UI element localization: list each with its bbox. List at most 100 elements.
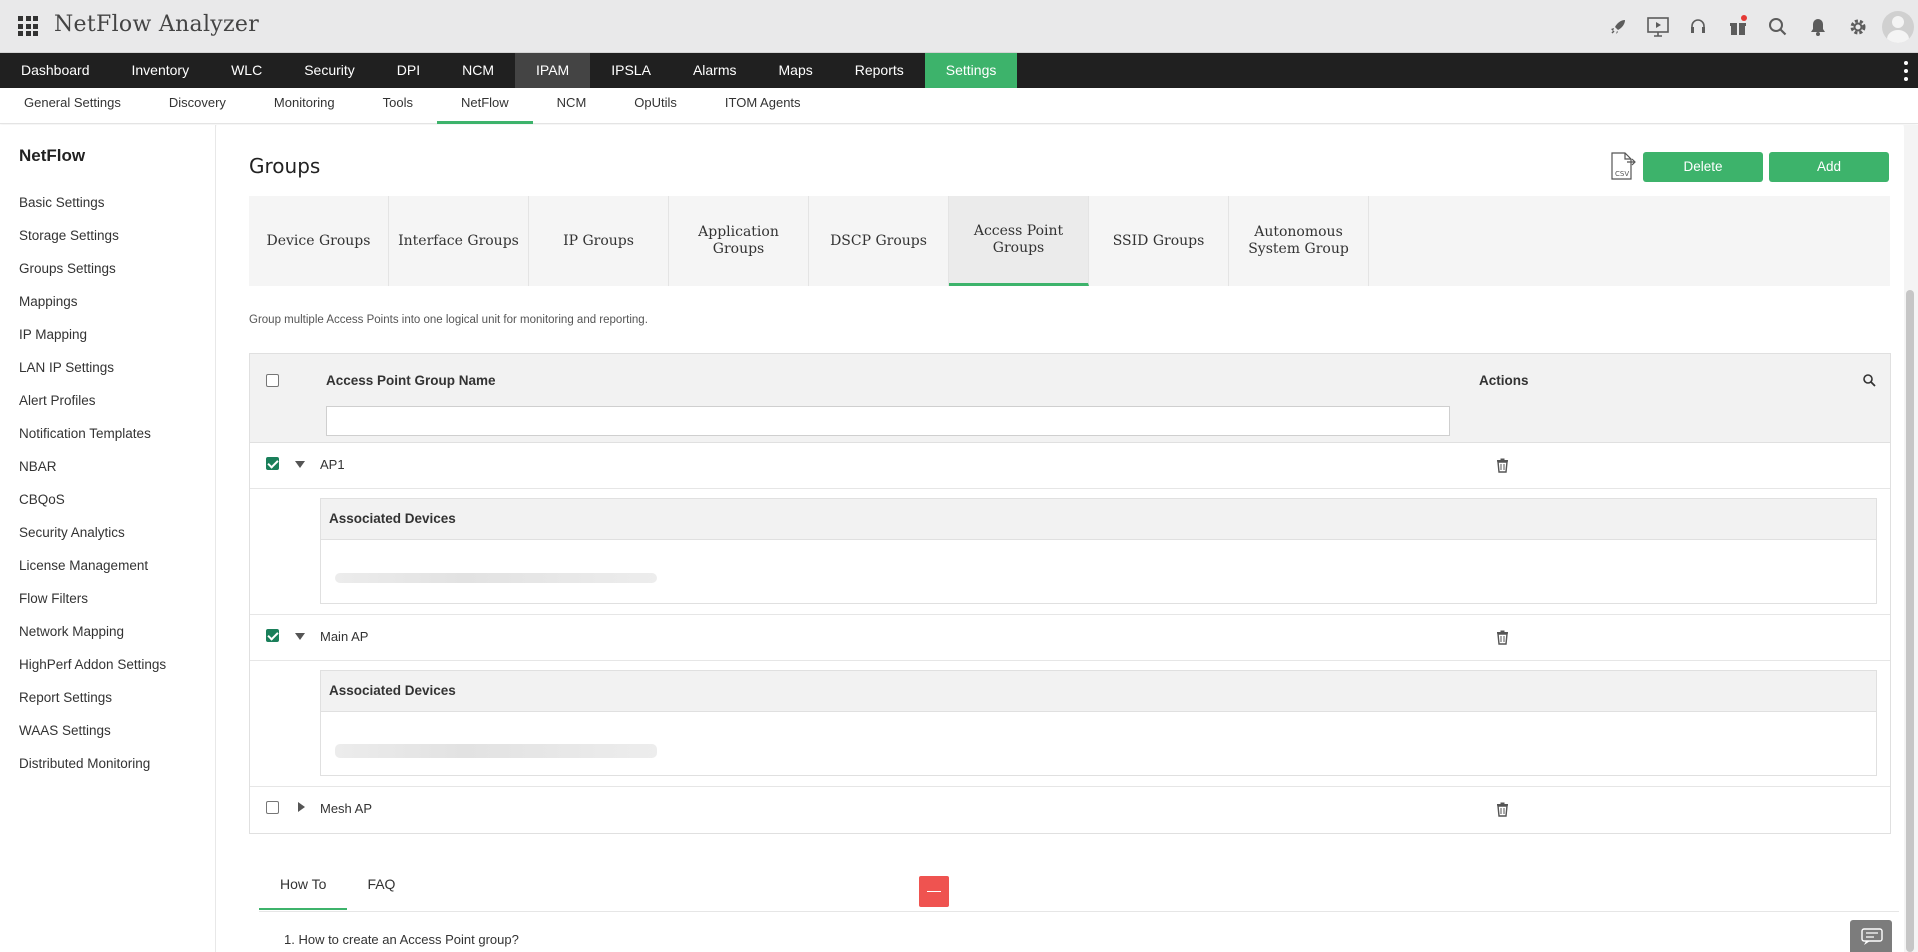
nav-inventory[interactable]: Inventory <box>111 53 211 88</box>
tab-ip-groups[interactable]: IP Groups <box>529 196 669 286</box>
gift-icon[interactable] <box>1718 0 1758 53</box>
sidebar-item-license-management[interactable]: License Management <box>19 557 166 590</box>
sidebar: NetFlow Basic Settings Storage Settings … <box>0 125 216 952</box>
subnav-itom-agents[interactable]: ITOM Agents <box>701 88 825 124</box>
sidebar-item-flow-filters[interactable]: Flow Filters <box>19 590 166 623</box>
subnav-tools[interactable]: Tools <box>359 88 437 124</box>
nav-reports[interactable]: Reports <box>834 53 925 88</box>
row-detail-panel: Associated Devices <box>250 489 1890 615</box>
sub-nav: General Settings Discovery Monitoring To… <box>0 88 1918 124</box>
row-detail-panel: Associated Devices <box>250 661 1890 787</box>
nav-ncm[interactable]: NCM <box>441 53 515 88</box>
nav-security[interactable]: Security <box>283 53 376 88</box>
delete-button[interactable]: Delete <box>1643 152 1763 182</box>
row-name: Main AP <box>320 629 369 644</box>
row-checkbox[interactable] <box>266 629 279 642</box>
delete-row-icon[interactable] <box>1496 802 1509 817</box>
subnav-oputils[interactable]: OpUtils <box>610 88 701 124</box>
nav-alarms[interactable]: Alarms <box>672 53 758 88</box>
sidebar-item-highperf-addon-settings[interactable]: HighPerf Addon Settings <box>19 656 166 689</box>
subnav-ncm[interactable]: NCM <box>533 88 611 124</box>
sidebar-item-waas-settings[interactable]: WAAS Settings <box>19 722 166 755</box>
sidebar-item-storage-settings[interactable]: Storage Settings <box>19 227 166 260</box>
search-icon[interactable] <box>1758 0 1798 53</box>
nav-dpi[interactable]: DPI <box>376 53 441 88</box>
scrollbar-thumb[interactable] <box>1906 290 1914 952</box>
tab-dscp-groups[interactable]: DSCP Groups <box>809 196 949 286</box>
nav-settings[interactable]: Settings <box>924 53 1018 88</box>
sidebar-item-groups-settings[interactable]: Groups Settings <box>19 260 166 293</box>
sidebar-list: Basic Settings Storage Settings Groups S… <box>19 194 166 788</box>
main-content: Groups CSV Delete Add Device Groups Inte… <box>217 125 1903 952</box>
page-description: Group multiple Access Points into one lo… <box>249 314 648 326</box>
sidebar-item-lan-ip-settings[interactable]: LAN IP Settings <box>19 359 166 392</box>
expand-arrow-icon[interactable] <box>298 802 305 812</box>
user-avatar[interactable] <box>1882 10 1914 43</box>
column-header-actions: Actions <box>1479 373 1529 388</box>
tab-device-groups[interactable]: Device Groups <box>249 196 389 286</box>
redacted-device-list <box>335 573 657 583</box>
nav-ipam[interactable]: IPAM <box>515 53 591 88</box>
tab-application-groups[interactable]: Application Groups <box>669 196 809 286</box>
subnav-monitoring[interactable]: Monitoring <box>250 88 359 124</box>
select-all-checkbox[interactable] <box>266 374 279 387</box>
sidebar-item-report-settings[interactable]: Report Settings <box>19 689 166 722</box>
group-type-tabs: Device Groups Interface Groups IP Groups… <box>249 196 1890 286</box>
tab-ssid-groups[interactable]: SSID Groups <box>1089 196 1229 286</box>
sidebar-item-alert-profiles[interactable]: Alert Profiles <box>19 392 166 425</box>
more-menu-icon[interactable] <box>1904 61 1910 81</box>
name-filter-input[interactable] <box>326 406 1450 436</box>
add-button[interactable]: Add <box>1769 152 1889 182</box>
row-name: AP1 <box>320 457 345 472</box>
delete-row-icon[interactable] <box>1496 458 1509 473</box>
table-search-icon[interactable] <box>1862 373 1876 387</box>
tab-interface-groups[interactable]: Interface Groups <box>389 196 529 286</box>
collapse-arrow-icon[interactable] <box>295 633 305 640</box>
row-checkbox[interactable] <box>266 457 279 470</box>
nav-maps[interactable]: Maps <box>758 53 834 88</box>
tab-how-to[interactable]: How To <box>259 873 348 910</box>
apps-grid-icon[interactable] <box>18 16 38 36</box>
sidebar-item-notification-templates[interactable]: Notification Templates <box>19 425 166 458</box>
table-header: Access Point Group Name Actions <box>250 354 1890 443</box>
sidebar-item-basic-settings[interactable]: Basic Settings <box>19 194 166 227</box>
page-title: Groups <box>249 154 321 178</box>
tab-autonomous-system-group[interactable]: Autonomous System Group <box>1229 196 1369 286</box>
collapse-help-button[interactable] <box>919 876 949 907</box>
delete-row-icon[interactable] <box>1496 630 1509 645</box>
top-icons <box>1598 0 1918 53</box>
table-row: AP1 <box>250 443 1890 489</box>
redacted-device-list <box>335 744 657 758</box>
tab-faq[interactable]: FAQ <box>347 873 415 910</box>
subnav-netflow[interactable]: NetFlow <box>436 88 533 124</box>
subnav-discovery[interactable]: Discovery <box>145 88 250 124</box>
sidebar-item-nbar[interactable]: NBAR <box>19 458 166 491</box>
sidebar-item-security-analytics[interactable]: Security Analytics <box>19 524 166 557</box>
tab-access-point-groups[interactable]: Access Point Groups <box>949 196 1089 286</box>
notification-dot <box>1741 15 1747 21</box>
subnav-general-settings[interactable]: General Settings <box>0 88 145 124</box>
nav-ipsla[interactable]: IPSLA <box>590 53 672 88</box>
rocket-icon[interactable] <box>1598 0 1638 53</box>
table-row: Main AP <box>250 615 1890 661</box>
row-checkbox[interactable] <box>266 801 279 814</box>
bell-icon[interactable] <box>1798 0 1838 53</box>
sidebar-item-mappings[interactable]: Mappings <box>19 293 166 326</box>
column-header-name: Access Point Group Name <box>326 373 496 388</box>
nav-dashboard[interactable]: Dashboard <box>0 53 111 88</box>
associated-devices-header: Associated Devices <box>321 499 1876 540</box>
app-title: NetFlow Analyzer <box>54 12 260 37</box>
presentation-icon[interactable] <box>1638 0 1678 53</box>
help-question: 1. How to create an Access Point group? <box>284 932 519 947</box>
gear-icon[interactable] <box>1838 0 1878 53</box>
sidebar-item-network-mapping[interactable]: Network Mapping <box>19 623 166 656</box>
csv-export-icon[interactable]: CSV <box>1607 151 1637 181</box>
headset-icon[interactable] <box>1678 0 1718 53</box>
sidebar-item-distributed-monitoring[interactable]: Distributed Monitoring <box>19 755 166 788</box>
collapse-arrow-icon[interactable] <box>295 461 305 468</box>
sidebar-item-ip-mapping[interactable]: IP Mapping <box>19 326 166 359</box>
table-row: Mesh AP <box>250 787 1890 833</box>
sidebar-item-cbqos[interactable]: CBQoS <box>19 491 166 524</box>
chat-icon[interactable] <box>1850 920 1892 952</box>
nav-wlc[interactable]: WLC <box>210 53 283 88</box>
